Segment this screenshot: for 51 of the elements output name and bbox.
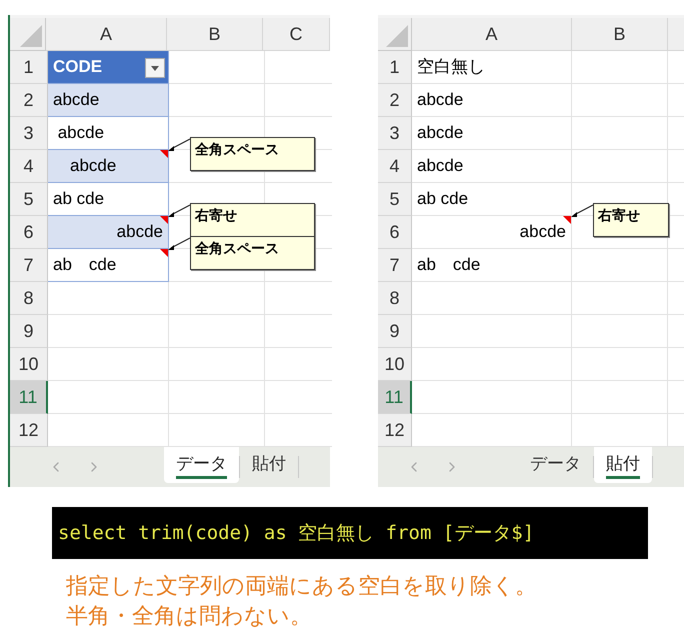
row-header[interactable]: 4	[10, 150, 48, 183]
leader-line	[168, 237, 190, 251]
row-header[interactable]: 10	[378, 348, 412, 381]
select-all-corner[interactable]	[378, 18, 412, 51]
comment-note: 右寄せ	[190, 203, 315, 237]
row-header[interactable]: 11	[10, 381, 48, 414]
leader-line	[168, 204, 190, 218]
column-header[interactable]	[668, 18, 684, 51]
sheet-tab[interactable]: データ	[164, 447, 239, 483]
row-header[interactable]: 12	[10, 414, 48, 447]
row-header[interactable]: 6	[378, 216, 412, 249]
row-header[interactable]: 1	[10, 51, 48, 84]
sheet-tab[interactable]: 貼付	[240, 447, 298, 483]
leader-line	[168, 138, 190, 152]
row-header[interactable]: 1	[378, 51, 412, 84]
caption-text: 半角・全角は問わない。	[66, 602, 313, 630]
sheet-tab[interactable]: データ	[518, 447, 593, 483]
comment-note: 全角スペース	[190, 137, 315, 171]
row-header[interactable]: 10	[10, 348, 48, 381]
row-header[interactable]: 9	[378, 315, 412, 348]
column-header[interactable]: A	[46, 18, 167, 51]
corner-triangle-icon	[20, 25, 42, 47]
comment-note: 全角スペース	[190, 236, 315, 270]
row-header[interactable]: 5	[10, 183, 48, 216]
select-all-corner[interactable]	[10, 18, 46, 51]
column-header[interactable]: B	[572, 18, 668, 51]
row-header[interactable]: 3	[378, 117, 412, 150]
corner-triangle-icon	[386, 25, 408, 47]
column-header[interactable]: C	[263, 18, 330, 51]
row-header[interactable]: 7	[10, 249, 48, 282]
row-header[interactable]: 4	[378, 150, 412, 183]
row-header[interactable]: 2	[10, 84, 48, 117]
row-header[interactable]: 3	[10, 117, 48, 150]
sheet-tab[interactable]: 貼付	[594, 447, 652, 483]
row-header[interactable]: 9	[10, 315, 48, 348]
row-header[interactable]: 5	[378, 183, 412, 216]
leader-line	[571, 204, 593, 218]
row-header[interactable]: 2	[378, 84, 412, 117]
row-header[interactable]: 12	[378, 414, 412, 447]
caret-icon	[151, 66, 159, 70]
code-block: select trim(code) as 空白無し from [データ$]	[52, 507, 648, 559]
comment-note: 右寄せ	[593, 203, 669, 237]
filter-dropdown[interactable]	[145, 58, 165, 78]
row-header[interactable]: 7	[378, 249, 412, 282]
column-header[interactable]: B	[167, 18, 263, 51]
row-header[interactable]: 11	[378, 381, 412, 414]
row-header[interactable]: 8	[378, 282, 412, 315]
row-header[interactable]: 8	[10, 282, 48, 315]
column-header[interactable]: A	[412, 18, 572, 51]
caption-text: 指定した文字列の両端にある空白を取り除く。	[66, 572, 538, 600]
row-header[interactable]: 6	[10, 216, 48, 249]
